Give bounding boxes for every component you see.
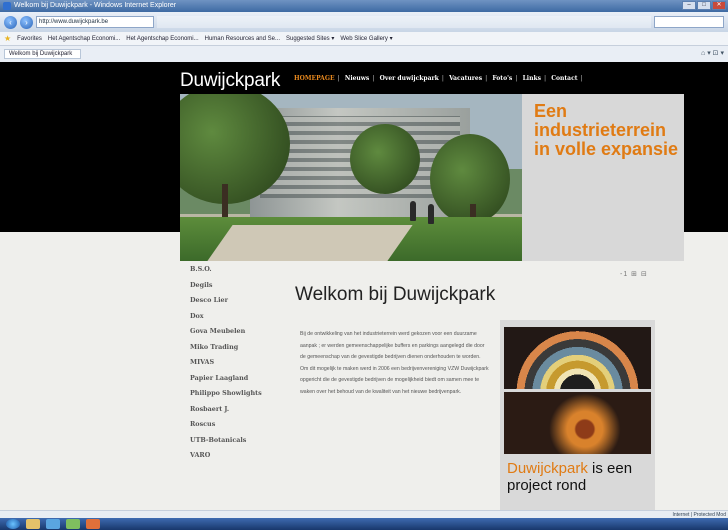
tab-bar: Welkom bij Duwijckpark ⌂ ▾ ⊡ ▾: [0, 46, 728, 62]
nav-nieuws[interactable]: Nieuws: [345, 75, 370, 82]
company-link[interactable]: Gova Meubelen: [190, 324, 290, 340]
company-link[interactable]: Rosbaert J.: [190, 402, 290, 418]
promo-box: Duwijckpark is een project rond: [500, 320, 655, 510]
nav-homepage[interactable]: HOMEPAGE: [294, 75, 335, 82]
nav-vacatures[interactable]: Vacatures: [449, 75, 482, 82]
site-logo[interactable]: Duwijckpark: [180, 70, 280, 92]
nav-links[interactable]: Links: [523, 75, 541, 82]
search-input[interactable]: [654, 16, 724, 28]
app-taskbar-icon[interactable]: [66, 519, 80, 529]
ie-taskbar-icon[interactable]: [46, 519, 60, 529]
company-link[interactable]: VARO: [190, 448, 290, 464]
start-button-icon[interactable]: [6, 519, 20, 529]
hero-banner: Een industrieterrein in volle expansie: [180, 94, 684, 261]
promo-highlight: Duwijckpark: [507, 460, 588, 477]
company-link[interactable]: Dox: [190, 309, 290, 325]
company-link[interactable]: UTB-Botanicals: [190, 433, 290, 449]
company-link[interactable]: Degils: [190, 278, 290, 294]
intro-paragraph: Bij de ontwikkeling van het industrieter…: [300, 331, 489, 395]
address-bar: ‹ › http://www.duwijckpark.be: [0, 12, 728, 32]
top-navigation: HOMEPAGE | Nieuws | Over duwijckpark | Vaca…: [294, 75, 583, 82]
url-input[interactable]: http://www.duwijckpark.be: [36, 16, 154, 28]
command-bar-icons[interactable]: ⌂ ▾ ⊡ ▾: [701, 49, 724, 57]
favorites-star-icon[interactable]: ★: [4, 34, 11, 43]
company-list: B.S.O. Degils Desco Lier Dox Gova Meubel…: [190, 262, 290, 464]
app-taskbar-icon[interactable]: [86, 519, 100, 529]
promo-image-bottom: [504, 392, 651, 454]
minimize-button[interactable]: –: [682, 1, 696, 10]
forward-icon[interactable]: ›: [20, 15, 33, 29]
window-titlebar: Welkom bij Duwijckpark - Windows Interne…: [0, 0, 728, 12]
text-size-print-controls[interactable]: -1 ⊞ ⊟: [620, 270, 648, 278]
close-button[interactable]: ✕: [712, 1, 726, 10]
page-title: Welkom bij Duwijckpark: [295, 284, 496, 305]
window-title: Welkom bij Duwijckpark - Windows Interne…: [14, 2, 177, 9]
back-icon[interactable]: ‹: [4, 15, 17, 29]
favorite-link[interactable]: Human Resources and Se...: [205, 36, 280, 42]
company-link[interactable]: Papier Laagland: [190, 371, 290, 387]
favorite-link[interactable]: Suggested Sites ▾: [286, 35, 334, 42]
windows-taskbar: [0, 518, 728, 530]
site-container: Duwijckpark HOMEPAGE | Nieuws | Over duwij…: [180, 62, 684, 510]
status-bar: Internet | Protected Mod: [0, 510, 728, 518]
hero-tagline: Een industrieterrein in volle expansie: [534, 101, 679, 159]
hero-photo: [180, 94, 522, 261]
window-controls: – □ ✕: [682, 1, 726, 10]
tab-welkom[interactable]: Welkom bij Duwijckpark: [4, 49, 82, 59]
maximize-button[interactable]: □: [697, 1, 711, 10]
company-link[interactable]: B.S.O.: [190, 262, 290, 278]
ie-icon: [3, 2, 11, 10]
company-link[interactable]: Philippo Showlights: [190, 386, 290, 402]
address-bar-spacer: [157, 16, 651, 28]
nav-fotos[interactable]: Foto's: [492, 75, 512, 82]
promo-text: Duwijckpark is een project rond: [507, 460, 655, 494]
favorite-link[interactable]: Web Slice Gallery ▾: [340, 35, 392, 42]
favorites-label[interactable]: Favorites: [17, 36, 42, 42]
nav-contact[interactable]: Contact: [551, 75, 577, 82]
company-link[interactable]: Roscus: [190, 417, 290, 433]
favorite-link[interactable]: Het Agentschap Economi...: [48, 36, 120, 42]
favorite-link[interactable]: Het Agentschap Economi...: [126, 36, 198, 42]
company-link[interactable]: Miko Trading: [190, 340, 290, 356]
nav-over-duwijckpark[interactable]: Over duwijckpark: [380, 75, 439, 82]
company-link[interactable]: MIVAS: [190, 355, 290, 371]
promo-image-top: [504, 327, 651, 389]
company-link[interactable]: Desco Lier: [190, 293, 290, 309]
favorites-bar: ★ Favorites Het Agentschap Economi... He…: [0, 32, 728, 46]
web-page: Duwijckpark HOMEPAGE | Nieuws | Over duwij…: [0, 62, 728, 510]
explorer-taskbar-icon[interactable]: [26, 519, 40, 529]
